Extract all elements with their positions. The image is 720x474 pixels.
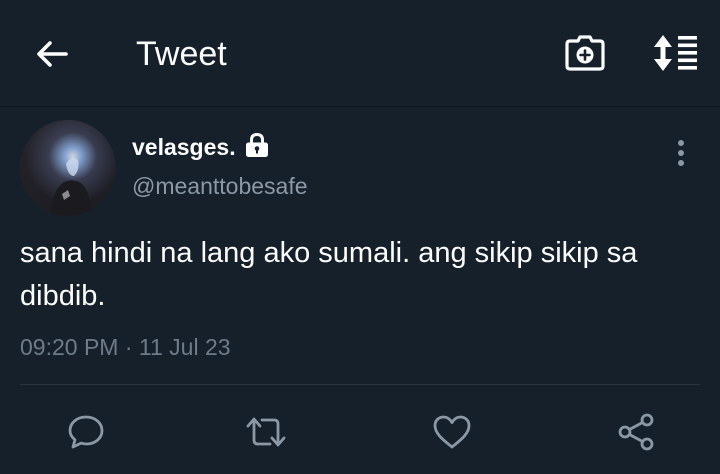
tweet-date: 11 Jul 23 (138, 334, 231, 360)
share-icon (618, 413, 654, 451)
heart-icon (433, 415, 471, 449)
like-button[interactable] (428, 408, 476, 456)
share-button[interactable] (612, 408, 660, 456)
user-handle[interactable]: @meanttobesafe (132, 172, 308, 200)
tweet-timestamp: 09:20 PM · 11 Jul 23 (20, 332, 231, 362)
tweet-text: sana hindi na lang ako sumali. ang sikip… (20, 237, 638, 312)
divider (20, 384, 700, 385)
sort-button[interactable] (648, 32, 702, 74)
camera-button[interactable] (562, 32, 608, 74)
sort-icon (654, 35, 697, 71)
display-name[interactable]: velasges. (132, 133, 236, 161)
lock-icon (244, 132, 270, 158)
top-bar: Tweet (0, 0, 720, 107)
back-arrow-icon (37, 41, 68, 67)
profile-photo (20, 120, 116, 216)
back-button[interactable] (28, 34, 76, 74)
more-options-button[interactable] (664, 136, 698, 170)
more-vertical-icon (678, 140, 684, 166)
retweet-icon (246, 417, 286, 447)
reply-button[interactable] (62, 408, 110, 456)
reply-icon (68, 415, 104, 449)
page-title: Tweet (136, 35, 227, 73)
camera-icon (565, 35, 605, 71)
tweet-time: 09:20 PM (20, 334, 119, 360)
retweet-button[interactable] (242, 408, 290, 456)
meta-separator: · (124, 334, 133, 360)
avatar[interactable] (20, 120, 116, 216)
